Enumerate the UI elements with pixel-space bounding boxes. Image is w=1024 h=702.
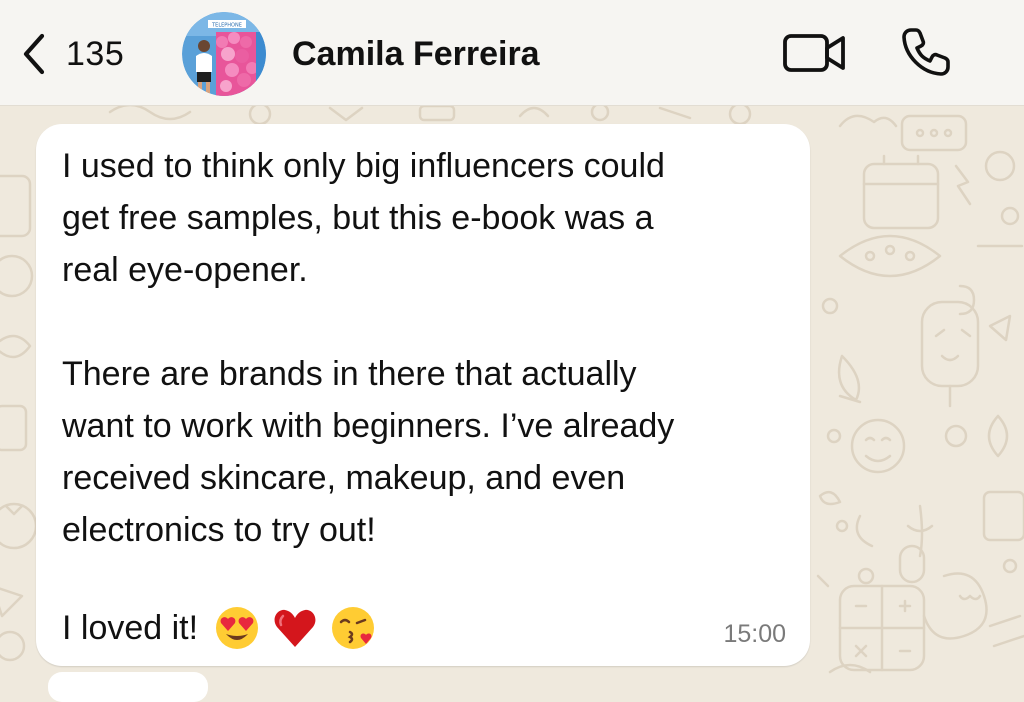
avatar-photo: TELEPHONE [182, 12, 266, 96]
contact-name[interactable]: Camila Ferreira [292, 30, 540, 78]
red-heart-emoji [274, 609, 316, 647]
message-paragraph: There are brands in there that actually … [62, 355, 675, 549]
chat-header: 135 TELEPHONE Camila Ferreira [0, 0, 1024, 106]
message-paragraph: I loved it! [62, 609, 199, 647]
video-call-button[interactable] [782, 28, 848, 78]
message-last-line: I loved it! [62, 602, 782, 654]
chevron-left-icon [23, 33, 45, 75]
message-timestamp: 15:00 [723, 620, 786, 648]
phone-icon [902, 28, 950, 76]
next-message-bubble-edge [48, 672, 208, 702]
contact-avatar[interactable]: TELEPHONE [182, 12, 266, 96]
unread-count: 135 [66, 34, 125, 73]
avatar-sign-text: TELEPHONE [211, 23, 242, 29]
voice-call-button[interactable] [898, 24, 954, 80]
incoming-message-bubble[interactable]: I used to think only big influencers cou… [36, 124, 810, 666]
back-button[interactable]: 135 [22, 30, 124, 78]
video-camera-icon [783, 34, 845, 72]
message-paragraph: I used to think only big influencers cou… [62, 147, 665, 289]
heart-eyes-emoji [216, 607, 259, 649]
face-blowing-kiss-emoji [332, 607, 375, 649]
